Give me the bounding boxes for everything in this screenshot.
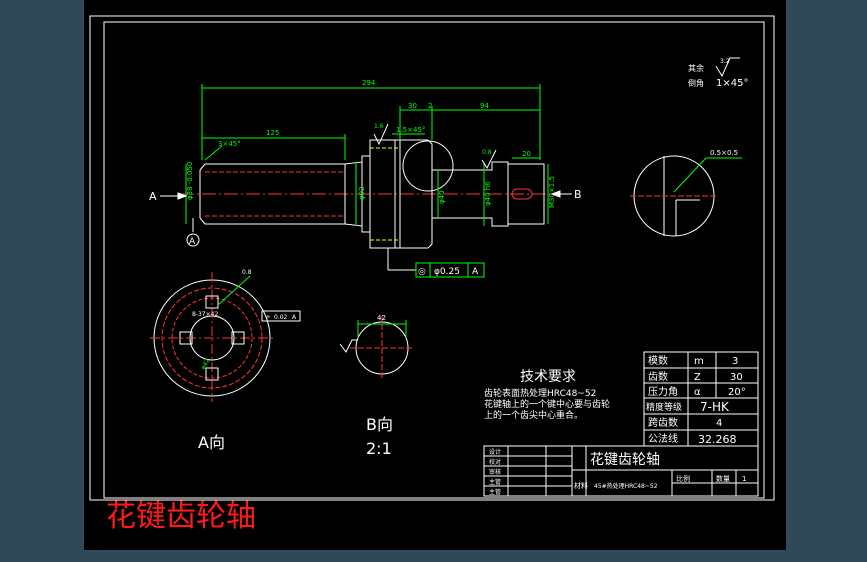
section-a: 0.8 8-37×42 φ42 ÷ 0.02 A A向 bbox=[150, 269, 301, 452]
requirement-line-3: 上的一个齿尖中心重合。 bbox=[484, 409, 583, 421]
title-block-material-value: 45#热处理HRC48~52 bbox=[594, 482, 658, 490]
dim-chamfer-left: 3×45° bbox=[218, 140, 241, 148]
section-a-spline-dim: 8-37×42 bbox=[192, 311, 218, 318]
gear-row-1-symbol: Z bbox=[694, 372, 701, 383]
gear-row-0-value: 3 bbox=[732, 356, 738, 367]
page-title: 花键齿轮轴 bbox=[106, 499, 256, 534]
gear-row-4-value: 4 bbox=[716, 418, 722, 429]
section-b-caption-2: 2:1 bbox=[366, 439, 392, 458]
dim-dia-left: φ38 -0.050 bbox=[186, 162, 194, 200]
detail-view: 0.5×0.5 bbox=[630, 149, 742, 237]
title-block: 设计 校对 审核 主管 主管 材料 45#热处理HRC48~52 比例 数量 1… bbox=[483, 445, 759, 497]
arrow-a-label: A bbox=[149, 190, 157, 203]
datum-marker: A bbox=[186, 218, 200, 247]
gear-row-0-symbol: m bbox=[694, 356, 704, 367]
gear-detail-circle bbox=[402, 140, 454, 192]
section-b-roughness-icon bbox=[339, 339, 358, 353]
title-block-scale-label: 比例 bbox=[676, 474, 690, 483]
section-b-width: 42 bbox=[377, 314, 386, 322]
gear-row-2-name: 压力角 bbox=[648, 385, 678, 398]
dim-dia-journal: φ40 h6 bbox=[484, 181, 492, 206]
gear-row-1-value: 30 bbox=[730, 372, 743, 383]
arrow-b-label: B bbox=[574, 188, 582, 201]
title-block-label-check: 校对 bbox=[489, 458, 501, 466]
gear-row-5-value: 32.268 bbox=[698, 433, 737, 446]
roughness-note-line2: 倒角 bbox=[688, 78, 704, 88]
tolerance-frame: ◎ φ0.25 A bbox=[387, 248, 485, 278]
dim-key-length: 20 bbox=[522, 150, 531, 158]
section-a-roughness: 0.8 bbox=[242, 269, 252, 276]
cad-drawing: 其余 倒角 1×45° 3.2 294 125 3×45° 30 2 94 1.… bbox=[89, 15, 775, 501]
title-block-label-review: 审核 bbox=[489, 468, 501, 476]
drawing-sheet: 其余 倒角 1×45° 3.2 294 125 3×45° 30 2 94 1.… bbox=[84, 0, 786, 550]
tolerance-symbol: ◎ bbox=[418, 267, 426, 277]
roughness-a-value: 1.6 bbox=[374, 123, 384, 130]
dim-dia-gear: φ92 bbox=[358, 186, 366, 200]
dim-overall: 294 bbox=[362, 79, 376, 87]
dim-right-length: 94 bbox=[480, 102, 489, 110]
requirement-line-2: 花键轴上的一个键中心要与齿轮 bbox=[484, 398, 610, 410]
roughness-note: 其余 倒角 1×45° 3.2 bbox=[688, 57, 748, 89]
gear-row-5-name: 公法线 bbox=[648, 432, 678, 445]
dim-dia-mid: φ40 bbox=[438, 190, 446, 204]
title-block-qty-value: 1 bbox=[742, 475, 746, 483]
technical-requirements: 技术要求 齿轮表面热处理HRC48~52 花键轴上的一个键中心要与齿轮 上的一个… bbox=[484, 369, 610, 421]
dim-key-depth: M30×1.5 bbox=[548, 176, 556, 208]
section-a-dia: φ42 bbox=[200, 357, 212, 371]
section-a-caption: A向 bbox=[198, 433, 225, 452]
detail-dim: 0.5×0.5 bbox=[710, 149, 738, 157]
title-block-label-manager-1: 主管 bbox=[489, 478, 501, 486]
gear-row-3-value: 7-HK bbox=[700, 400, 730, 414]
gear-row-2-symbol: α bbox=[694, 387, 701, 398]
dim-step-2: 2 bbox=[428, 102, 432, 110]
tolerance-datum: A bbox=[472, 267, 479, 277]
gear-parameter-table: 模数 m 3 齿数 Z 30 压力角 α 20° 精度等级 7-HK 跨齿数 4… bbox=[643, 351, 759, 447]
dim-gear-chamfer: 1.5×45° bbox=[396, 126, 425, 134]
gear-row-3-name: 精度等级 bbox=[646, 401, 682, 413]
gear-row-0-name: 模数 bbox=[648, 354, 668, 367]
dim-left-length: 125 bbox=[266, 129, 279, 137]
roughness-b-value: 0.8 bbox=[482, 149, 492, 156]
section-a-tol-symbol: ÷ bbox=[265, 313, 271, 321]
shaft-view: 294 125 3×45° 30 2 94 1.5×45° φ38 -0.050… bbox=[149, 79, 582, 278]
gear-row-1-name: 齿数 bbox=[648, 370, 668, 383]
roughness-note-chamfer: 1×45° bbox=[716, 78, 748, 89]
title-block-label-manager-2: 主管 bbox=[489, 488, 501, 496]
title-block-part-name: 花键齿轮轴 bbox=[590, 452, 660, 468]
section-a-tol-value: 0.02 bbox=[274, 314, 288, 321]
gear-row-2-value: 20° bbox=[728, 387, 746, 398]
title-block-material-label: 材料 bbox=[574, 481, 588, 490]
requirement-line-1: 齿轮表面热处理HRC48~52 bbox=[484, 387, 596, 399]
section-a-tol-datum: A bbox=[292, 314, 297, 321]
tolerance-value: φ0.25 bbox=[434, 267, 460, 277]
dim-step-30: 30 bbox=[408, 102, 417, 110]
datum-label: A bbox=[189, 237, 196, 247]
section-b-caption-1: B向 bbox=[366, 415, 393, 434]
gear-row-4-name: 跨齿数 bbox=[648, 416, 678, 429]
title-block-label-design: 设计 bbox=[489, 448, 501, 456]
requirements-title: 技术要求 bbox=[520, 369, 576, 385]
roughness-note-line1: 其余 bbox=[688, 63, 704, 73]
title-block-qty-label: 数量 bbox=[716, 474, 730, 483]
section-b: 42 B向 2:1 bbox=[339, 314, 414, 458]
